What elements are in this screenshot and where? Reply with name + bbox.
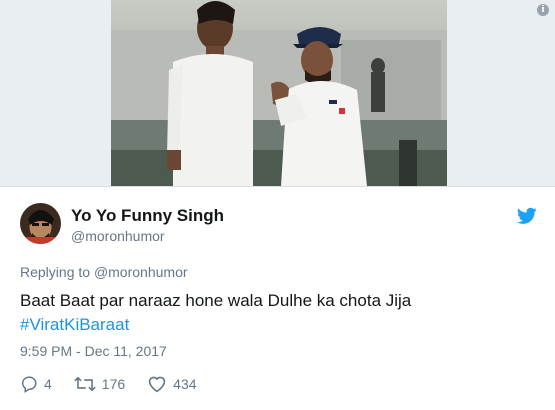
tweet-actions: 4 176 434	[20, 374, 219, 394]
tweet-text: Baat Baat par naraaz hone wala Dulhe ka …	[20, 289, 411, 337]
heart-icon	[148, 376, 166, 393]
reply-count: 4	[44, 376, 52, 392]
display-name[interactable]: Yo Yo Funny Singh	[71, 206, 224, 226]
media-area: i	[0, 0, 555, 186]
retweet-count: 176	[101, 376, 126, 392]
reply-button[interactable]: 4	[20, 375, 52, 393]
like-button[interactable]: 434	[147, 375, 197, 393]
reply-icon	[21, 376, 37, 393]
replying-to-mention[interactable]: @moronhumor	[94, 264, 188, 280]
tweet-photo[interactable]	[111, 0, 447, 186]
avatar[interactable]	[20, 203, 61, 244]
tweet-timestamp[interactable]: 9:59 PM - Dec 11, 2017	[20, 343, 167, 359]
twitter-bird-icon[interactable]	[517, 207, 537, 225]
tweet-text-line: Baat Baat par naraaz hone wala Dulhe ka …	[20, 291, 412, 310]
user-handle[interactable]: @moronhumor	[71, 228, 165, 244]
info-icon[interactable]: i	[537, 4, 549, 16]
retweet-icon	[74, 376, 96, 392]
divider	[0, 186, 555, 187]
replying-to-line: Replying to @moronhumor	[20, 264, 188, 280]
avatar-image	[20, 203, 61, 244]
retweet-button[interactable]: 176	[74, 375, 125, 393]
cricket-players-photo	[111, 0, 447, 186]
hashtag-link[interactable]: #ViratKiBaraat	[20, 313, 411, 337]
like-count: 434	[173, 376, 197, 392]
replying-to-label: Replying to	[20, 264, 91, 280]
